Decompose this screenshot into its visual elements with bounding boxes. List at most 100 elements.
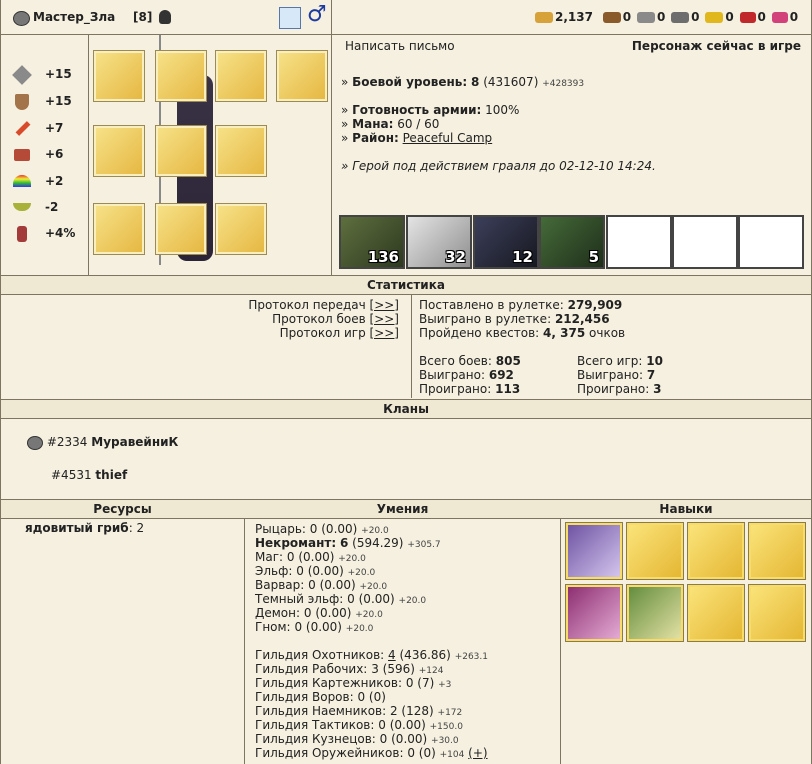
army-slot-3[interactable]: 12: [473, 215, 539, 269]
info-divider: [331, 35, 332, 275]
army-slot-2[interactable]: 32: [406, 215, 472, 269]
guild-hunters-link[interactable]: 4: [388, 648, 396, 662]
statistics-divider: [411, 295, 412, 398]
talent-slot-empty[interactable]: [687, 584, 745, 642]
wood-icon: [602, 12, 621, 23]
army-label: Готовность армии:: [352, 103, 482, 117]
resources-title: Ресурсы: [93, 502, 152, 516]
combat-exp-delta: +428393: [542, 79, 585, 89]
combat-level-label: Боевой уровень:: [352, 75, 468, 89]
clan-item[interactable]: #4531 thief: [51, 468, 127, 482]
stat-knowledge-value: +6: [45, 147, 64, 161]
guild-hunters-delta: +263.1: [454, 652, 488, 662]
gold-ring-slot[interactable]: [93, 125, 145, 177]
write-letter-link[interactable]: Написать письмо: [345, 39, 455, 53]
skill-mage-delta: +20.0: [338, 554, 366, 564]
protocol-battles-label: Протокол боев: [272, 312, 366, 326]
stat-knowledge: +6: [9, 147, 79, 163]
shield-slot[interactable]: [215, 203, 267, 255]
resource-value: : 2: [128, 521, 145, 535]
guild-workers-delta: +124: [418, 666, 444, 676]
stat-luck-value: +2: [45, 174, 64, 188]
protocol-games: Протокол игр [>>]: [248, 326, 399, 340]
protocol-battles-link[interactable]: [>>]: [370, 312, 399, 326]
protocol-games-link[interactable]: [>>]: [370, 326, 399, 340]
talents-grid: [565, 522, 809, 652]
bottom-section: ядовитый гриб: 2 Рыцарь: 0 (0.00) +20.0 …: [1, 519, 811, 764]
combat-exp: (431607): [483, 75, 539, 89]
stats-divider: [88, 35, 89, 275]
clan-eye-icon: [27, 435, 43, 450]
talent-slot-carpet[interactable]: [565, 584, 623, 642]
talent-slot-empty[interactable]: [626, 522, 684, 580]
header-divider: [331, 0, 332, 34]
guild-workers-value: 3 (596): [371, 662, 415, 676]
talent-slot-creature[interactable]: [626, 584, 684, 642]
guild-gamblers-value: 0 (7): [405, 676, 435, 690]
skill-necromancer-delta: +305.7: [407, 540, 441, 550]
guild-armorers-delta: +104: [439, 750, 465, 760]
district-link[interactable]: Peaceful Camp: [403, 131, 493, 145]
battles-lost-value: 113: [495, 382, 521, 396]
mana-label: Мана:: [352, 117, 394, 131]
crystal-icon: [739, 12, 756, 23]
gold-icon: [535, 12, 553, 23]
helmet-slot[interactable]: [155, 50, 207, 102]
games-total-label: Всего игр:: [577, 354, 643, 368]
initiative-icon: [17, 226, 27, 242]
combat-level-line: » Боевой уровень: 8 (431607) +428393: [341, 75, 585, 89]
skill-dark-elf-value: 0 (0.00): [347, 592, 395, 606]
clan-name: thief: [95, 468, 128, 482]
hero-name-cell: Мастер_Зла [8] ♂: [1, 0, 331, 34]
talent-slot-spellbook[interactable]: [565, 522, 623, 580]
army-slot-6[interactable]: [672, 215, 738, 269]
guild-armorers-label: Гильдия Оружейников:: [255, 746, 404, 760]
boots-slot[interactable]: [155, 203, 207, 255]
stat-luck: +2: [9, 174, 79, 190]
book-slot[interactable]: [276, 50, 328, 102]
battles-won-value: 692: [488, 368, 514, 382]
skill-necromancer-extra: (594.29): [352, 536, 404, 550]
protocol-transfers-link[interactable]: [>>]: [370, 298, 399, 312]
games-won-value: 7: [646, 368, 656, 382]
army-slot-5[interactable]: [606, 215, 672, 269]
army-count-2: 32: [445, 248, 466, 266]
games-total-value: 10: [646, 354, 663, 368]
defense-icon: [15, 94, 29, 110]
talent-slot-empty[interactable]: [748, 584, 806, 642]
stat-spellpower: +7: [9, 121, 79, 137]
resource-item: ядовитый гриб: 2: [25, 521, 144, 535]
skill-dwarf-delta: +20.0: [345, 624, 374, 634]
clan-item[interactable]: #2334 МуравейниК: [27, 435, 178, 450]
army-slot-7[interactable]: [738, 215, 804, 269]
mercury-icon: [671, 12, 690, 23]
talent-slot-empty[interactable]: [748, 522, 806, 580]
protocol-battles: Протокол боев [>>]: [248, 312, 399, 326]
army-slot-1[interactable]: 136: [339, 215, 405, 269]
guild-armorers-plus-link[interactable]: (+): [468, 746, 487, 760]
army-value: 100%: [485, 103, 520, 117]
online-status-text: Персонаж сейчас в игре: [631, 39, 801, 53]
cape-slot[interactable]: [215, 125, 267, 177]
grail-text: » Герой под действием грааля до 02-12-10…: [341, 159, 656, 173]
army-slot-4[interactable]: 5: [539, 215, 605, 269]
medal-slot[interactable]: [215, 50, 267, 102]
skill-dwarf-value: 0 (0.00): [294, 620, 342, 634]
clans-header: Кланы: [1, 399, 811, 419]
scythe-slot[interactable]: [93, 203, 145, 255]
battles-won-label: Выиграно:: [419, 368, 486, 382]
crystal-value: 0: [757, 10, 766, 24]
gold-value: 2,137: [555, 10, 593, 24]
skill-dark-elf-delta: +20.0: [398, 596, 427, 606]
armor-slot[interactable]: [155, 125, 207, 177]
hero-level: [8]: [133, 10, 153, 24]
ore-icon: [636, 12, 655, 23]
ring-slot[interactable]: [93, 50, 145, 102]
district-line: » Район: Peaceful Camp: [341, 131, 493, 145]
online-status-icon: [159, 10, 171, 24]
talent-slot-empty[interactable]: [687, 522, 745, 580]
quests-value: 4, 375: [543, 326, 586, 340]
mercury-value: 0: [691, 10, 700, 24]
equipment-panel: [93, 35, 329, 273]
map-icon[interactable]: [279, 7, 301, 29]
